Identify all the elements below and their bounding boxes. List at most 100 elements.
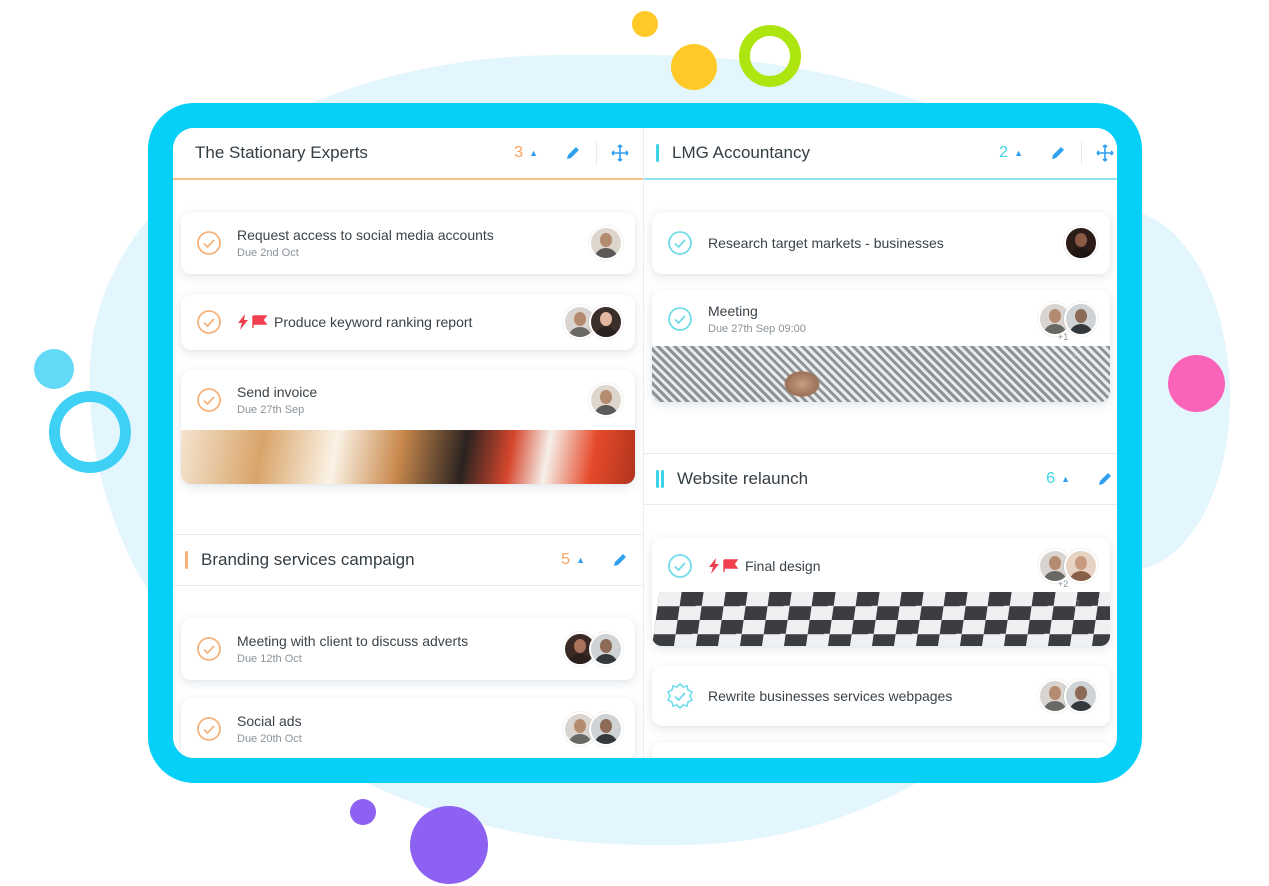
pencil-icon: [1052, 147, 1064, 159]
check-circle-icon: [197, 717, 221, 741]
check-badge-icon: [666, 682, 694, 710]
edit-group-button[interactable]: [607, 547, 633, 573]
move-group-button[interactable]: [1092, 140, 1117, 166]
avatar[interactable]: [589, 305, 623, 339]
task-title: Social ads: [237, 713, 302, 729]
task-title: Final design: [745, 558, 821, 574]
assignee-avatars[interactable]: +2: [1038, 549, 1098, 589]
header-separator: [596, 141, 597, 165]
edit-group-button[interactable]: [560, 140, 586, 166]
task-card[interactable]: Social ads Due 20th Oct: [181, 698, 635, 758]
assignee-avatars[interactable]: [563, 712, 623, 746]
decor-dot-yellow: [671, 44, 717, 90]
task-card[interactable]: Send invoice Due 27th Sep: [181, 370, 635, 484]
group-count: 2: [999, 144, 1009, 161]
task-title: Produce keyword ranking report: [274, 314, 473, 330]
task-checkbox[interactable]: [195, 635, 223, 663]
task-title: Rewrite businesses services webpages: [708, 688, 953, 704]
heart-icon[interactable]: ♡: [1070, 352, 1080, 365]
task-card[interactable]: Meeting Due 27th Sep 09:00 +1 ♡: [652, 290, 1110, 402]
group-header-website-relaunch[interactable]: Website relaunch 6 ▲: [644, 453, 1117, 505]
chevron-down-icon[interactable]: ▲: [529, 148, 538, 158]
stationery-photo: [181, 430, 635, 484]
group-drag-handle[interactable]: [656, 144, 659, 162]
task-checkbox[interactable]: [195, 308, 223, 336]
task-due-date: Due 12th Oct: [237, 653, 302, 665]
avatar[interactable]: [1064, 679, 1098, 713]
avatar[interactable]: [1064, 226, 1098, 260]
lightning-icon: [709, 558, 719, 574]
task-checkbox[interactable]: [195, 386, 223, 414]
group-count: 6: [1046, 470, 1056, 487]
group-count: 5: [561, 551, 571, 568]
decor-dot-cyan: [34, 349, 74, 389]
avatar[interactable]: [1064, 302, 1098, 336]
task-due-date: Due 27th Sep 09:00: [708, 323, 806, 335]
header-separator: [1081, 141, 1082, 165]
task-card[interactable]: Meeting with client to discuss adverts D…: [181, 618, 635, 680]
check-circle-icon: [197, 231, 221, 255]
task-checkbox[interactable]: [666, 305, 694, 333]
pencil-icon: [567, 147, 579, 159]
check-circle-icon: [668, 231, 692, 255]
flag-icon: [252, 315, 268, 328]
task-checkbox[interactable]: [195, 715, 223, 743]
assignee-avatars[interactable]: +1: [1038, 302, 1098, 342]
group-header-stationary-experts[interactable]: The Stationary Experts 3 ▲: [173, 128, 643, 180]
task-card[interactable]: Request access to social media accounts …: [181, 212, 635, 274]
chevron-down-icon[interactable]: ▲: [1061, 474, 1070, 484]
task-title: Research target markets - businesses: [708, 235, 944, 251]
task-checkbox[interactable]: [666, 682, 694, 710]
decor-dot-purple: [410, 806, 488, 884]
check-circle-icon: [668, 307, 692, 331]
task-checkbox[interactable]: [195, 229, 223, 257]
task-card[interactable]: Final design +2 ♡: [652, 538, 1110, 646]
decor-ring-green: [739, 25, 801, 87]
task-due-date: Due 20th Oct: [237, 733, 302, 745]
checkered-photo: [652, 592, 1110, 646]
check-circle-icon: [668, 554, 692, 578]
group-header-lmg-accountancy[interactable]: LMG Accountancy 2 ▲: [644, 128, 1117, 180]
move-icon: [1096, 144, 1114, 162]
avatar[interactable]: [589, 632, 623, 666]
group-count: 3: [514, 144, 524, 161]
edit-group-button[interactable]: [1092, 466, 1117, 492]
group-title: Website relaunch: [677, 469, 809, 488]
group-title: LMG Accountancy: [672, 143, 810, 162]
group-header-branding-campaign[interactable]: Branding services campaign 5 ▲: [173, 534, 643, 586]
group-drag-handle[interactable]: [185, 551, 188, 569]
move-group-button[interactable]: [607, 140, 633, 166]
chevron-down-icon[interactable]: ▲: [1014, 148, 1023, 158]
chevron-down-icon[interactable]: ▲: [576, 555, 585, 565]
decor-ring-cyan: [49, 391, 131, 473]
decor-dot-purple-small: [350, 799, 376, 825]
assignee-avatars[interactable]: [563, 305, 623, 339]
group-drag-handle[interactable]: [656, 470, 664, 488]
pencil-icon: [1099, 473, 1111, 485]
task-card[interactable]: [652, 742, 1110, 758]
check-circle-icon: [197, 310, 221, 334]
task-checkbox[interactable]: [666, 552, 694, 580]
edit-group-button[interactable]: [1045, 140, 1071, 166]
avatar[interactable]: [1064, 549, 1098, 583]
avatar[interactable]: [589, 226, 623, 260]
group-title: The Stationary Experts: [195, 143, 368, 162]
avatar[interactable]: [589, 712, 623, 746]
task-card[interactable]: Rewrite businesses services webpages: [652, 666, 1110, 726]
assignee-avatars[interactable]: [563, 632, 623, 666]
task-card[interactable]: Research target markets - businesses: [652, 212, 1110, 274]
task-title: Meeting with client to discuss adverts: [237, 633, 469, 649]
task-card[interactable]: Produce keyword ranking report: [181, 294, 635, 350]
decor-dot-yellow-small: [632, 11, 658, 37]
task-checkbox[interactable]: [666, 229, 694, 257]
task-due-date: Due 2nd Oct: [237, 247, 299, 259]
assignee-avatars[interactable]: [589, 383, 623, 417]
assignee-avatars[interactable]: [1064, 226, 1098, 260]
assignee-avatars[interactable]: [589, 226, 623, 260]
check-circle-icon: [197, 388, 221, 412]
extra-assignees-count: +1: [1058, 332, 1069, 342]
decor-dot-pink: [1168, 355, 1225, 412]
avatar[interactable]: [589, 383, 623, 417]
assignee-avatars[interactable]: [1038, 679, 1098, 713]
heart-icon[interactable]: ♡: [1070, 598, 1080, 611]
